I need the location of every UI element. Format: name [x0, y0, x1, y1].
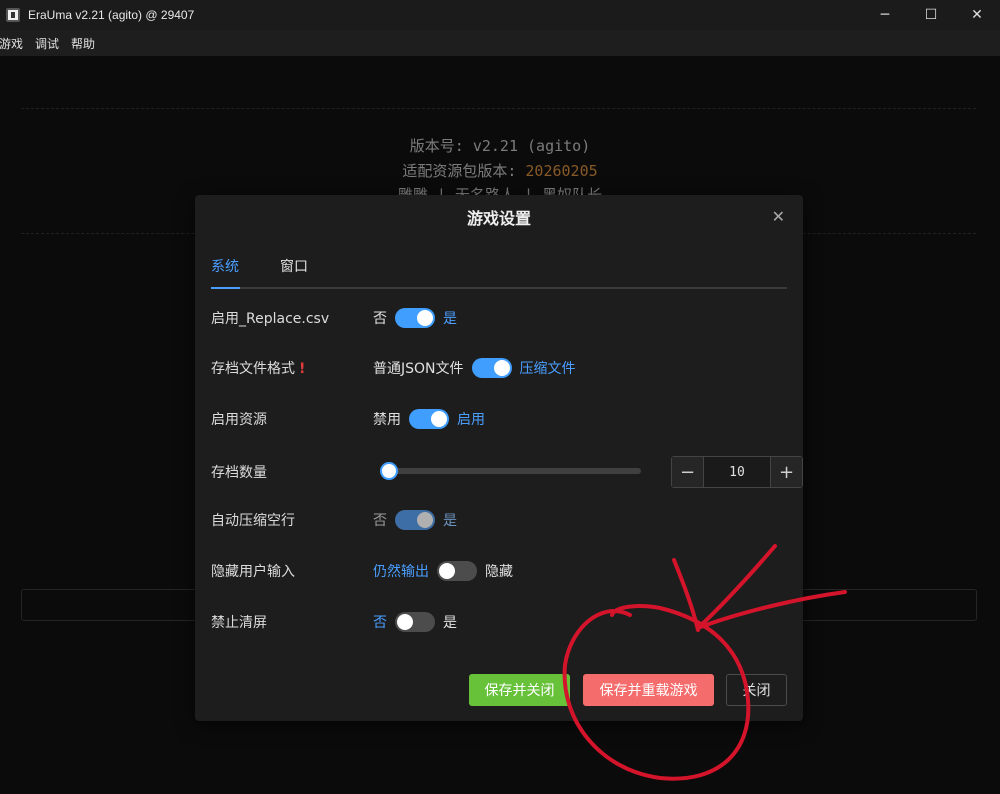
save-count-stepper: − 10 + — [671, 456, 803, 488]
no-clear-on-text: 是 — [443, 615, 457, 631]
auto-compress-on-text: 是 — [443, 513, 457, 529]
save-format-toggle[interactable] — [471, 358, 512, 378]
save-and-reload-button[interactable]: 保存并重载游戏 — [583, 674, 714, 706]
setting-row-no-clear: 禁止清屏 否 是 — [211, 610, 787, 634]
setting-row-enable-resources: 启用资源 禁用 启用 — [211, 407, 787, 431]
toggle-knob — [493, 360, 510, 376]
increment-button[interactable]: + — [770, 457, 802, 487]
setting-row-save-count: 存档数量 − 10 + — [211, 456, 803, 488]
hide-input-toggle[interactable] — [437, 561, 477, 581]
hide-input-label: 隐藏用户输入 — [211, 564, 295, 580]
tab-window[interactable]: 窗口 — [280, 257, 308, 287]
window-titlebar: EraUma v2.21 (agito) @ 29407 ─ ☐ ✕ — [0, 0, 1000, 30]
enable-resources-label: 启用资源 — [211, 412, 267, 428]
save-count-label: 存档数量 — [211, 465, 267, 481]
auto-compress-label: 自动压缩空行 — [211, 513, 295, 529]
no-clear-label: 禁止清屏 — [211, 615, 267, 631]
no-clear-off-text: 否 — [373, 615, 387, 631]
setting-row-hide-input: 隐藏用户输入 仍然输出 隐藏 — [211, 559, 787, 583]
tab-system[interactable]: 系统 — [211, 257, 239, 287]
dialog-title: 游戏设置 — [466, 209, 531, 228]
save-count-input[interactable]: 10 — [704, 457, 770, 487]
auto-compress-toggle[interactable] — [395, 510, 435, 530]
toggle-knob — [439, 563, 455, 579]
app-icon — [6, 8, 20, 22]
minimize-button[interactable]: ─ — [862, 0, 908, 30]
save-format-off-text: 普通JSON文件 — [373, 361, 464, 377]
settings-tabs: 系统 窗口 — [211, 257, 787, 289]
save-count-slider[interactable] — [389, 468, 641, 474]
close-window-button[interactable]: ✕ — [954, 0, 1000, 30]
save-format-label-text: 存档文件格式 — [211, 361, 295, 377]
save-and-close-button[interactable]: 保存并关闭 — [469, 674, 570, 706]
enable-resources-toggle[interactable] — [409, 409, 449, 429]
setting-row-replace-csv: 启用_Replace.csv 否 是 — [211, 306, 787, 330]
active-tab-indicator — [211, 287, 240, 289]
decrement-button[interactable]: − — [672, 457, 704, 487]
toggle-knob — [431, 411, 447, 427]
enable-resources-off-text: 禁用 — [373, 412, 401, 428]
setting-row-auto-compress: 自动压缩空行 否 是 — [211, 508, 787, 532]
window-controls: ─ ☐ ✕ — [862, 0, 1000, 30]
auto-compress-off-text: 否 — [373, 513, 387, 529]
warning-icon: ! — [299, 361, 306, 377]
replace-csv-label: 启用_Replace.csv — [211, 311, 330, 327]
replace-csv-on-text: 是 — [443, 311, 457, 327]
menu-game[interactable]: 游戏 — [0, 35, 29, 52]
hide-input-off-text: 仍然输出 — [373, 564, 429, 580]
toggle-knob — [397, 614, 413, 630]
window-title: EraUma v2.21 (agito) @ 29407 — [28, 8, 195, 22]
setting-row-save-format: 存档文件格式! 普通JSON文件 压缩文件 — [211, 356, 787, 380]
save-format-label: 存档文件格式! — [211, 358, 373, 378]
toggle-knob — [417, 512, 433, 528]
menu-debug[interactable]: 调试 — [35, 35, 65, 52]
menu-help[interactable]: 帮助 — [71, 35, 101, 52]
settings-dialog: 游戏设置 ✕ 系统 窗口 启用_Replace.csv 否 是 存档文件格式! … — [195, 195, 803, 721]
save-format-on-text: 压缩文件 — [519, 361, 576, 377]
close-icon[interactable]: ✕ — [772, 207, 785, 226]
close-button[interactable]: 关闭 — [726, 674, 787, 706]
maximize-button[interactable]: ☐ — [908, 0, 954, 30]
replace-csv-toggle[interactable] — [395, 308, 435, 328]
no-clear-toggle[interactable] — [395, 612, 435, 632]
enable-resources-on-text: 启用 — [457, 412, 485, 428]
hide-input-on-text: 隐藏 — [485, 564, 513, 580]
toggle-knob — [417, 310, 433, 326]
slider-handle[interactable] — [380, 462, 398, 480]
menu-bar: 游戏 调试 帮助 — [0, 30, 1000, 56]
replace-csv-off-text: 否 — [373, 311, 387, 327]
